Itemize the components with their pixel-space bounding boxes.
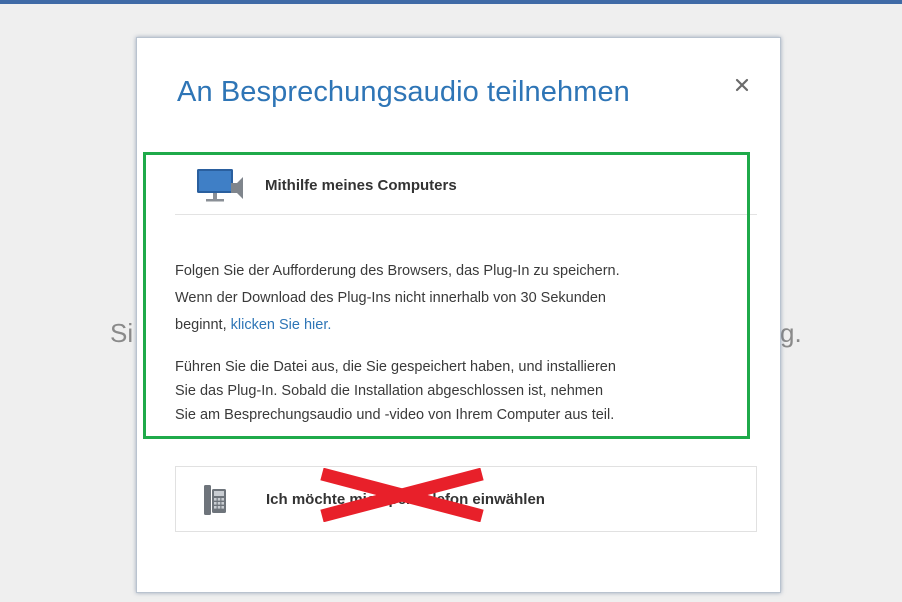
instructions-paragraph-1: Folgen Sie der Aufforderung des Browsers… (175, 258, 755, 339)
plugin-instructions: Folgen Sie der Aufforderung des Browsers… (175, 258, 755, 427)
instructions-paragraph-2: Führen Sie die Datei aus, die Sie gespei… (175, 355, 755, 427)
computer-option-label: Mithilfe meines Computers (265, 177, 457, 194)
click-here-link[interactable]: klicken Sie hier. (231, 317, 332, 333)
screen: Si g. An Besprechungsaudio teilnehmen Mi… (0, 0, 902, 602)
close-button[interactable] (731, 74, 753, 96)
join-audio-dialog: An Besprechungsaudio teilnehmen Mithilfe… (136, 37, 781, 593)
dialog-title: An Besprechungsaudio teilnehmen (177, 76, 630, 108)
instruction-line: Folgen Sie der Aufforderung des Browsers… (175, 263, 620, 279)
desk-phone-icon (204, 485, 226, 520)
phone-option-label: Ich möchte mich per Telefon einwählen (266, 491, 545, 508)
computer-audio-option[interactable]: Mithilfe meines Computers (175, 156, 757, 215)
instruction-line: Sie am Besprechungsaudio und -video von … (175, 407, 615, 423)
instruction-line: beginnt, (175, 317, 231, 333)
instruction-line: Führen Sie die Datei aus, die Sie gespei… (175, 359, 616, 375)
instruction-line: Wenn der Download des Plug-Ins nicht inn… (175, 290, 606, 306)
monitor-speaker-icon (195, 166, 247, 213)
close-icon (735, 78, 749, 92)
phone-dial-in-option[interactable]: Ich möchte mich per Telefon einwählen (175, 466, 757, 532)
background-text-left: Si (110, 318, 134, 348)
background-text-right: g. (780, 318, 802, 348)
instruction-line: Sie das Plug-In. Sobald die Installation… (175, 383, 604, 399)
